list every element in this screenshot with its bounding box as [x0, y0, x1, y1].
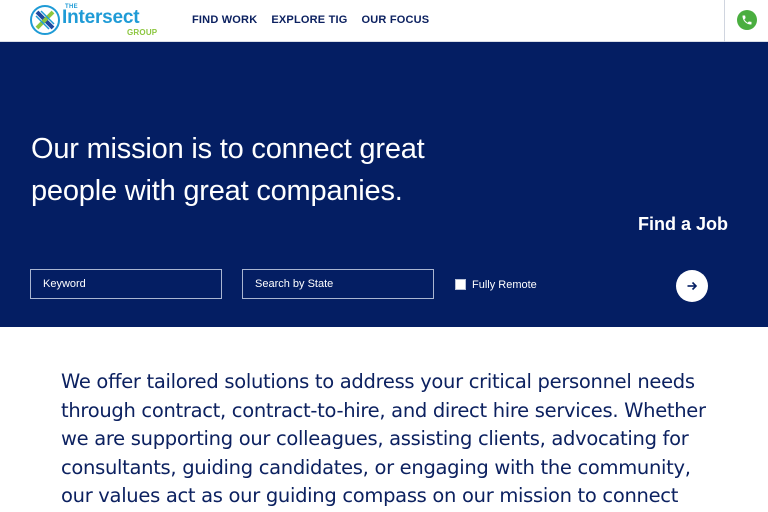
nav-find-work[interactable]: FIND WORK: [192, 14, 257, 26]
search-submit-button[interactable]: [676, 270, 708, 302]
nav-explore-tig[interactable]: EXPLORE TIG: [271, 14, 347, 26]
header-divider: [724, 0, 725, 42]
arrow-right-icon: [687, 281, 698, 291]
phone-button[interactable]: [737, 10, 757, 30]
state-search-input[interactable]: Search by State: [242, 269, 434, 299]
logo-name-text: Intersect: [62, 7, 140, 28]
hero-headline: Our mission is to connect great people w…: [31, 133, 425, 207]
intersect-group-logo[interactable]: THE Intersect GROUP: [30, 4, 160, 38]
site-header: THE Intersect GROUP FIND WORK EXPLORE TI…: [0, 0, 768, 42]
find-a-job-heading: Find a Job: [638, 214, 728, 234]
intro-paragraph: We offer tailored solutions to address y…: [61, 370, 706, 507]
main-nav: FIND WORK EXPLORE TIG OUR FOCUS: [192, 14, 429, 26]
hero-section: Our mission is to connect great people w…: [0, 42, 768, 327]
logo-mark-icon: [30, 5, 60, 35]
keyword-input[interactable]: Keyword: [30, 269, 222, 299]
fully-remote-checkbox[interactable]: [455, 279, 466, 290]
nav-our-focus[interactable]: OUR FOCUS: [362, 14, 430, 26]
phone-icon: [742, 15, 752, 25]
fully-remote-label[interactable]: Fully Remote: [472, 279, 537, 291]
logo-group-text: GROUP: [127, 28, 158, 37]
